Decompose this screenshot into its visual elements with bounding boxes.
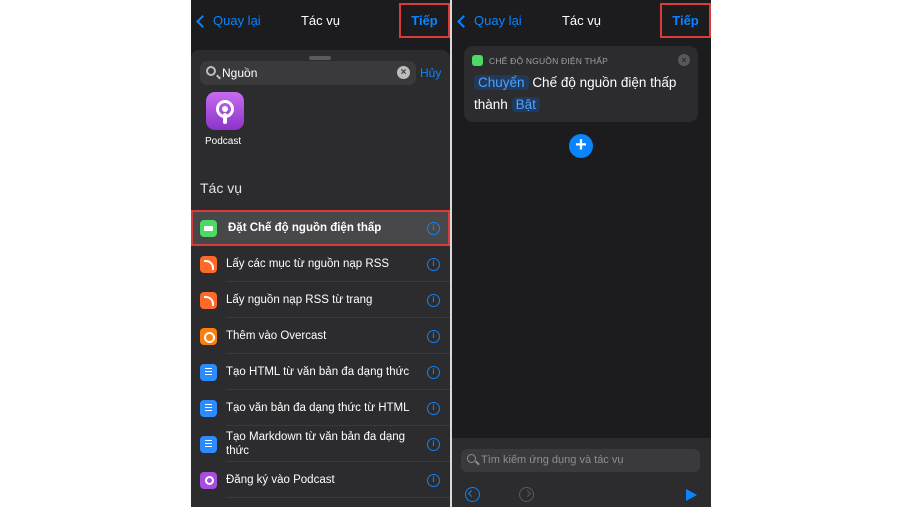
app-action-search-field[interactable]: Tìm kiếm ứng dụng và tác vụ xyxy=(461,449,700,472)
action-row[interactable]: Đăng ký vào Podcast i xyxy=(191,462,450,498)
info-icon[interactable]: i xyxy=(427,258,440,271)
low-power-action-card[interactable]: CHẾ ĐỘ NGUỒN ĐIỆN THẤP × Chuyển Chế độ n… xyxy=(464,46,698,122)
action-row-low-power[interactable]: Đặt Chế độ nguồn điện thấp i xyxy=(191,210,450,246)
action-row[interactable]: Tạo văn bản đa dạng thức từ HTML i xyxy=(191,390,450,426)
info-icon[interactable]: i xyxy=(427,402,440,415)
add-action-button[interactable]: + xyxy=(569,134,593,158)
sheet-grabber[interactable] xyxy=(309,56,331,60)
operation-token[interactable]: Chuyển xyxy=(474,75,529,90)
overcast-icon xyxy=(200,328,217,345)
actions-picker-panel: Quay lại Tác vụ Tiếp Nguồn × Hủy Podcast… xyxy=(191,0,450,507)
action-label: Đăng ký vào Podcast xyxy=(226,474,335,486)
search-placeholder[interactable]: Tìm kiếm ứng dụng và tác vụ xyxy=(481,454,623,466)
info-icon[interactable]: i xyxy=(427,222,440,235)
app-label: Podcast xyxy=(205,136,242,147)
document-icon xyxy=(200,400,217,417)
action-label: Lấy nguồn nạp RSS từ trang xyxy=(226,294,373,306)
document-icon xyxy=(200,436,217,453)
action-row[interactable]: Tạo Markdown từ văn bản đa dạng thức i xyxy=(191,426,450,462)
rss-icon xyxy=(200,256,217,273)
battery-icon xyxy=(472,55,483,66)
next-button[interactable]: Tiếp xyxy=(660,3,711,38)
play-icon[interactable] xyxy=(686,489,697,501)
info-icon[interactable]: i xyxy=(427,294,440,307)
document-icon xyxy=(200,364,217,381)
action-label: Thêm vào Overcast xyxy=(226,330,327,342)
shortcut-editor-panel: Quay lại Tác vụ Tiếp CHẾ ĐỘ NGUỒN ĐIỆN T… xyxy=(452,0,711,507)
info-icon[interactable]: i xyxy=(427,366,440,379)
cancel-button[interactable]: Hủy xyxy=(420,66,441,80)
podcast-icon xyxy=(200,472,217,489)
info-icon[interactable]: i xyxy=(427,438,440,451)
action-row[interactable]: Thêm vào Overcast i xyxy=(191,318,450,354)
action-label: Lấy các mục từ nguồn nạp RSS xyxy=(226,258,390,270)
remove-action-icon[interactable]: × xyxy=(678,54,690,66)
bottom-toolbar: Tìm kiếm ứng dụng và tác vụ xyxy=(452,438,711,507)
rss-icon xyxy=(200,292,217,309)
undo-icon[interactable] xyxy=(465,487,480,502)
info-icon[interactable]: i xyxy=(427,330,440,343)
action-label: Tạo HTML từ văn bản đa dạng thức xyxy=(226,366,410,378)
search-field[interactable]: Nguồn × xyxy=(200,61,416,85)
action-label: Tạo văn bản đa dạng thức từ HTML xyxy=(226,402,410,414)
search-icon xyxy=(206,66,216,76)
action-sheet: Nguồn × Hủy Podcast Tác vụ Đặt Chế độ ng… xyxy=(191,50,450,507)
battery-icon xyxy=(200,220,217,237)
search-icon xyxy=(467,454,476,463)
clear-search-icon[interactable]: × xyxy=(397,66,410,79)
card-header: CHẾ ĐỘ NGUỒN ĐIỆN THẤP xyxy=(472,55,608,66)
card-body: Chuyển Chế độ nguồn điện thấp thành Bật xyxy=(474,72,690,116)
card-text: Chế độ nguồn điện thấp xyxy=(532,75,677,90)
action-label: Tạo Markdown từ văn bản đa dạng thức xyxy=(226,431,406,457)
redo-icon[interactable] xyxy=(519,487,534,502)
card-header-label: CHẾ ĐỘ NGUỒN ĐIỆN THẤP xyxy=(489,55,609,66)
next-button[interactable]: Tiếp xyxy=(399,3,450,38)
podcast-app-icon[interactable] xyxy=(206,92,244,130)
action-row[interactable]: Lấy nguồn nạp RSS từ trang i xyxy=(191,282,450,318)
nav-bar: Quay lại Tác vụ Tiếp xyxy=(191,0,450,40)
action-row[interactable]: Tạo HTML từ văn bản đa dạng thức i xyxy=(191,354,450,390)
info-icon[interactable]: i xyxy=(427,474,440,487)
search-input-value[interactable]: Nguồn xyxy=(222,66,257,80)
value-token[interactable]: Bật xyxy=(511,97,540,112)
card-connector: thành xyxy=(474,97,508,112)
action-row[interactable]: Lấy các mục từ nguồn nạp RSS i xyxy=(191,246,450,282)
action-label: Đặt Chế độ nguồn điện thấp xyxy=(228,222,382,234)
section-header-actions: Tác vụ xyxy=(200,180,243,196)
nav-bar: Quay lại Tác vụ Tiếp xyxy=(452,0,711,40)
